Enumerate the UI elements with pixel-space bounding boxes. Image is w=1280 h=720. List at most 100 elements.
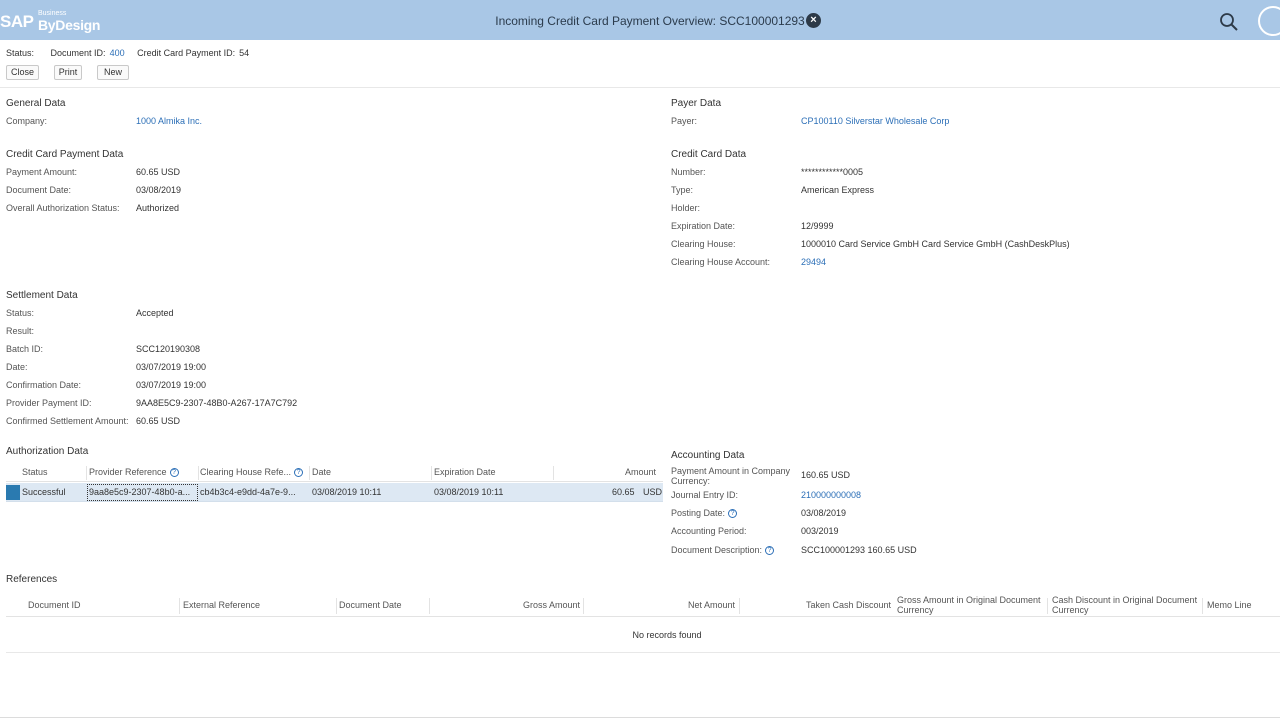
posting-date-label-text: Posting Date:	[671, 508, 726, 518]
company-label: Company:	[6, 116, 48, 126]
col-clearing-house-reference[interactable]: Clearing House Refe...?	[200, 467, 304, 478]
credit-card-data-title: Credit Card Data	[671, 149, 747, 160]
clearing-house-account-label: Clearing House Account:	[671, 257, 771, 267]
overall-auth-status-label: Overall Authorization Status:	[6, 203, 120, 213]
provider-payment-id-label: Provider Payment ID:	[6, 398, 92, 408]
card-number-label: Number:	[671, 167, 706, 177]
help-icon[interactable]: ?	[294, 468, 304, 478]
general-data-title: General Data	[6, 98, 66, 109]
help-icon[interactable]: ?	[169, 468, 179, 478]
user-avatar[interactable]	[1258, 6, 1280, 36]
document-description-label: Document Description:?	[671, 545, 775, 556]
cc-payment-data-title: Credit Card Payment Data	[6, 149, 124, 160]
auth-amount-cell: 60.65	[612, 487, 635, 497]
col-memo-line[interactable]: Memo Line	[1207, 600, 1252, 610]
credit-card-payment-id-label: Credit Card Payment ID:	[137, 48, 236, 58]
payment-amount-value: 60.65 USD	[136, 167, 181, 177]
column-separator[interactable]	[1047, 598, 1048, 614]
document-date-value: 03/08/2019	[136, 185, 182, 195]
clearing-house-reference-cell[interactable]: cb4b3c4-e9dd-4a7e-9...	[200, 487, 304, 497]
no-records-message: No records found	[632, 630, 702, 640]
company-link[interactable]: 1000 Almika Inc.	[136, 116, 202, 126]
search-icon[interactable]	[1219, 12, 1239, 32]
col-document-id[interactable]: Document ID	[28, 600, 81, 610]
row-selector[interactable]	[6, 485, 20, 500]
confirmation-date-value: 03/07/2019 19:00	[136, 380, 207, 390]
status-label: Status:	[6, 48, 35, 58]
column-separator[interactable]	[583, 598, 584, 614]
overall-auth-status-value: Authorized	[136, 203, 180, 213]
column-separator[interactable]	[1202, 598, 1203, 614]
col-document-date[interactable]: Document Date	[339, 600, 402, 610]
toolbar-divider	[0, 87, 1280, 88]
confirmed-settlement-amount-label: Confirmed Settlement Amount:	[6, 416, 129, 426]
column-separator[interactable]	[309, 466, 310, 480]
clearing-house-account-link[interactable]: 29494	[801, 257, 826, 267]
col-net-amount[interactable]: Net Amount	[688, 600, 735, 610]
col-amount[interactable]: Amount	[625, 467, 656, 477]
col-gross-amount[interactable]: Gross Amount	[523, 600, 580, 610]
document-date-label: Document Date:	[6, 185, 72, 195]
credit-card-payment-id-value: 54	[239, 48, 250, 58]
help-icon[interactable]: ?	[765, 546, 775, 556]
settlement-status-value: Accepted	[136, 308, 174, 318]
document-description-value: SCC100001293 160.65 USD	[801, 545, 917, 555]
print-button[interactable]: Print	[54, 65, 82, 80]
col-cash-discount-original-currency[interactable]: Cash Discount in Original Document Curre…	[1052, 595, 1202, 615]
batch-id-value: SCC120190308	[136, 344, 201, 354]
table-row[interactable]: Successful 9aa8e5c9-2307-48b0-a... cb4b3…	[6, 483, 663, 502]
confirmed-settlement-amount-value: 60.65 USD	[136, 416, 181, 426]
col-provider-reference[interactable]: Provider Reference?	[89, 467, 179, 478]
references-table-header: Document ID External Reference Document …	[6, 594, 1280, 617]
col-status[interactable]: Status	[22, 467, 48, 477]
payment-amount-company-currency-value: 160.65 USD	[801, 470, 851, 480]
references-table-bottom	[6, 652, 1280, 653]
document-description-label-text: Document Description:	[671, 545, 763, 555]
col-clearing-house-reference-label: Clearing House Refe...	[200, 467, 292, 477]
settlement-date-value: 03/07/2019 19:00	[136, 362, 207, 372]
document-status-bar: Status: Document ID: 400 Credit Card Paym…	[6, 48, 253, 58]
accounting-data-title: Accounting Data	[671, 450, 745, 461]
page-title: Incoming Credit Card Payment Overview: S…	[495, 14, 805, 28]
shell-header: SAP Business ByDesign Incoming Credit Ca…	[0, 0, 1280, 40]
column-separator[interactable]	[198, 466, 199, 480]
journal-entry-id-link[interactable]: 210000000008	[801, 490, 861, 500]
journal-entry-id-label: Journal Entry ID:	[671, 490, 739, 500]
col-date[interactable]: Date	[312, 467, 331, 477]
footer-divider	[0, 717, 1280, 718]
payer-label: Payer:	[671, 116, 698, 126]
provider-reference-cell[interactable]: 9aa8e5c9-2307-48b0-a...	[89, 487, 196, 497]
column-separator[interactable]	[739, 598, 740, 614]
batch-id-label: Batch ID:	[6, 344, 44, 354]
column-separator[interactable]	[429, 598, 430, 614]
column-separator[interactable]	[179, 598, 180, 614]
references-title: References	[6, 574, 58, 585]
column-separator[interactable]	[86, 466, 87, 480]
help-icon[interactable]: ?	[728, 509, 738, 519]
accounting-period-value: 003/2019	[801, 526, 839, 536]
document-id-link[interactable]: 400	[110, 48, 125, 58]
column-separator[interactable]	[336, 598, 337, 614]
document-id-label: Document ID:	[50, 48, 106, 58]
col-external-reference[interactable]: External Reference	[183, 600, 260, 610]
card-number-value: ************0005	[801, 167, 864, 177]
auth-expiration-cell: 03/08/2019 10:11	[434, 487, 504, 497]
auth-currency-cell: USD	[643, 487, 663, 497]
col-gross-amount-original-currency[interactable]: Gross Amount in Original Document Curren…	[897, 595, 1047, 615]
payer-link[interactable]: CP100110 Silverstar Wholesale Corp	[801, 116, 949, 126]
auth-date-cell: 03/08/2019 10:11	[312, 487, 382, 497]
col-taken-cash-discount[interactable]: Taken Cash Discount	[806, 600, 891, 610]
expiration-date-label: Expiration Date:	[671, 221, 736, 231]
expiration-date-value: 12/9999	[801, 221, 834, 231]
confirmation-date-label: Confirmation Date:	[6, 380, 82, 390]
close-button[interactable]: Close	[6, 65, 39, 80]
settlement-data-title: Settlement Data	[6, 290, 78, 301]
posting-date-label: Posting Date:?	[671, 508, 738, 519]
new-button[interactable]: New	[97, 65, 129, 80]
posting-date-value: 03/08/2019	[801, 508, 847, 518]
authorization-data-title: Authorization Data	[6, 446, 89, 457]
close-icon[interactable]: ×	[806, 13, 821, 28]
column-separator[interactable]	[431, 466, 432, 480]
column-separator[interactable]	[553, 466, 554, 480]
col-expiration-date[interactable]: Expiration Date	[434, 467, 496, 477]
